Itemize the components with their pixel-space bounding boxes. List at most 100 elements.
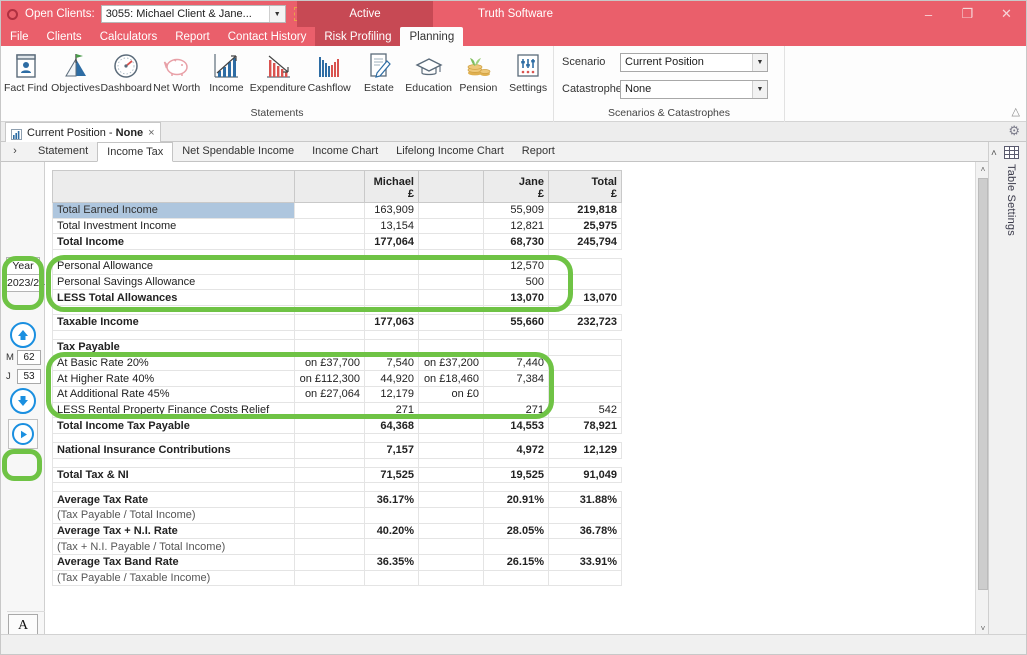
table-row[interactable]: Average Tax Band Rate 36.35% 26.15% 33.91% — [52, 554, 622, 571]
ribbon-button-education[interactable]: Education — [404, 49, 454, 98]
vertical-scrollbar[interactable]: ˄ ˅ — [975, 162, 989, 636]
scroll-thumb[interactable] — [978, 178, 988, 590]
ribbon-button-estate[interactable]: Estate — [354, 49, 404, 98]
table-cell-michael_on — [294, 401, 365, 419]
window-controls: – ❐ ✕ — [909, 1, 1026, 27]
year-value[interactable]: 2023/24 — [6, 275, 45, 292]
table-row[interactable]: At Basic Rate 20% on £37,700 7,540 on £37,2… — [52, 354, 622, 372]
table-cell-jane_on — [418, 233, 484, 251]
table-row[interactable]: Total Investment Income 13,154 12,821 25,97… — [52, 217, 622, 235]
chevron-down-icon[interactable]: ▼ — [752, 53, 767, 71]
ribbon-button-dashboard[interactable]: Dashboard — [100, 49, 152, 98]
tab-net-spendable-income[interactable]: Net Spendable Income — [173, 141, 303, 161]
ribbon-collapse-icon[interactable]: △ — [1012, 105, 1020, 118]
table-row[interactable]: (Tax Payable / Taxable Income) — [52, 569, 622, 587]
ribbon-label: Pension — [459, 82, 498, 94]
ribbon-button-settings[interactable]: Settings — [503, 49, 553, 98]
table-row[interactable]: At Additional Rate 45% on £27,064 12,179 on… — [52, 385, 622, 403]
year-up-button[interactable] — [10, 322, 36, 348]
tab-lifelong-income-chart[interactable]: Lifelong Income Chart — [387, 141, 513, 161]
menu-item-planning[interactable]: Planning — [400, 27, 464, 46]
tab-income-tax[interactable]: Income Tax — [97, 142, 174, 162]
table-cell-jane_on — [418, 522, 484, 540]
table-row[interactable]: Average Tax Rate 36.17% 20.91% 31.88% — [52, 491, 622, 508]
document-tab-current-position[interactable]: Current Position - None × — [5, 122, 161, 142]
table-cell-jane_on: on £0 — [418, 385, 484, 403]
table-cell-jane_on — [418, 289, 484, 307]
maximize-button[interactable]: ❐ — [948, 1, 987, 27]
ribbon-label: Settings — [509, 82, 548, 94]
year-down-button[interactable] — [10, 388, 36, 414]
ribbon-button-expenditure[interactable]: Expenditure — [250, 49, 306, 98]
table-row[interactable]: LESS Rental Property Finance Costs Relie… — [52, 401, 622, 419]
table-cell-jane_value: 20.91% — [483, 491, 549, 508]
menu-item-calculators[interactable]: Calculators — [91, 27, 167, 46]
ribbon-button-cashflow[interactable]: Cashflow — [304, 49, 354, 98]
ribbon-button-objectives[interactable]: Objectives — [51, 49, 101, 98]
menu-item-risk-profiling[interactable]: Risk Profiling — [315, 27, 401, 46]
table-row[interactable]: Total Income Tax Payable 64,368 14,553 78,9… — [52, 417, 622, 434]
scenario-dropdown[interactable]: Current Position ▼ — [620, 52, 768, 72]
table-row[interactable]: Total Earned Income 163,909 55,909 219,818 — [52, 202, 622, 219]
table-row[interactable]: Total Tax & NI 71,525 19,525 91,049 — [52, 466, 622, 484]
table-row[interactable]: Average Tax + N.I. Rate 40.20% 28.05% 36.78… — [52, 522, 622, 540]
table-row[interactable]: Tax Payable — [52, 338, 622, 356]
active-status-tab[interactable]: Active — [297, 1, 433, 27]
table-cell-jane_value: 500 — [483, 273, 549, 291]
chevron-down-icon[interactable]: ▼ — [268, 6, 285, 22]
ribbon-button-net-worth[interactable]: Net Worth — [152, 49, 202, 98]
table-cell-michael_value: 36.35% — [364, 554, 419, 571]
close-button[interactable]: ✕ — [987, 1, 1026, 27]
table-row[interactable]: Total Income 177,064 68,730 245,794 — [52, 233, 622, 251]
table-settings-tab[interactable]: Table Settings — [999, 146, 1023, 236]
open-clients-dropdown[interactable]: 3055: Michael Client & Jane... ▼ — [100, 5, 286, 23]
ribbon-toolbar: Fact Find Objectives Dashboard Net Worth… — [1, 46, 1026, 122]
tab-statement[interactable]: Statement — [29, 141, 97, 161]
menu-bar: File Clients Calculators Report Contact … — [1, 27, 1026, 46]
table-row[interactable]: Taxable Income 177,063 55,660 232,723 — [52, 314, 622, 331]
header-total-currency: £ — [610, 188, 617, 200]
table-row[interactable]: Personal Savings Allowance 500 — [52, 273, 622, 291]
table-row[interactable]: Personal Allowance 12,570 — [52, 258, 622, 275]
ribbon-label: Fact Find — [3, 82, 48, 94]
menu-item-file[interactable]: File — [1, 27, 38, 46]
table-body: Total Earned Income 163,909 55,909 219,818 T… — [52, 202, 622, 587]
play-button[interactable] — [8, 419, 38, 449]
expand-tabs-icon[interactable]: › — [1, 141, 29, 161]
catastrophe-value: None — [625, 83, 652, 95]
collapse-panel-icon[interactable]: ˄ — [991, 148, 997, 159]
table-cell-total — [548, 273, 622, 291]
table-row[interactable]: National Insurance Contributions 7,157 4,9… — [52, 441, 622, 459]
table-row[interactable]: (Tax Payable / Total Income) — [52, 507, 622, 524]
tab-income-chart[interactable]: Income Chart — [303, 141, 387, 161]
income-tax-table-area: Michael £ Jane £ Total £ Total Earned In… — [45, 162, 990, 636]
ribbon-button-income[interactable]: Income — [202, 49, 252, 98]
menu-item-clients[interactable]: Clients — [38, 27, 91, 46]
table-cell-michael_value — [364, 507, 419, 524]
close-icon[interactable]: × — [148, 127, 154, 139]
minimize-button[interactable]: – — [909, 1, 948, 27]
menu-item-report[interactable]: Report — [166, 27, 219, 46]
ribbon-button-fact-find[interactable]: Fact Find — [1, 49, 51, 98]
table-cell-label: Total Income Tax Payable — [52, 417, 295, 434]
menu-item-contact-history[interactable]: Contact History — [219, 27, 316, 46]
ribbon-button-pension[interactable]: Pension — [454, 49, 504, 98]
ribbon-label: Net Worth — [153, 82, 201, 94]
age-michael-value[interactable]: 62 — [17, 350, 41, 365]
tab-report[interactable]: Report — [513, 141, 564, 161]
table-cell-total — [548, 507, 622, 524]
table-row[interactable]: At Higher Rate 40% on £112,300 44,920 on £1… — [52, 370, 622, 387]
table-row[interactable]: LESS Total Allowances 13,070 13,070 — [52, 289, 622, 307]
document-tab-title: Current Position - None — [27, 127, 143, 139]
chevron-down-icon[interactable]: ▼ — [752, 80, 767, 98]
expenditure-chart-icon — [264, 49, 292, 79]
table-cell-jane_on — [418, 491, 484, 508]
table-cell-total — [548, 538, 622, 556]
table-cell-jane_value — [483, 538, 549, 556]
age-jane-value[interactable]: 53 — [17, 369, 41, 384]
table-cell-michael_value — [364, 289, 419, 307]
catastrophe-dropdown[interactable]: None ▼ — [620, 79, 768, 99]
year-selector[interactable]: Year 2023/24 — [6, 257, 45, 292]
table-row[interactable]: (Tax + N.I. Payable / Total Income) — [52, 538, 622, 556]
gear-icon[interactable]: ⚙ — [1008, 123, 1020, 139]
